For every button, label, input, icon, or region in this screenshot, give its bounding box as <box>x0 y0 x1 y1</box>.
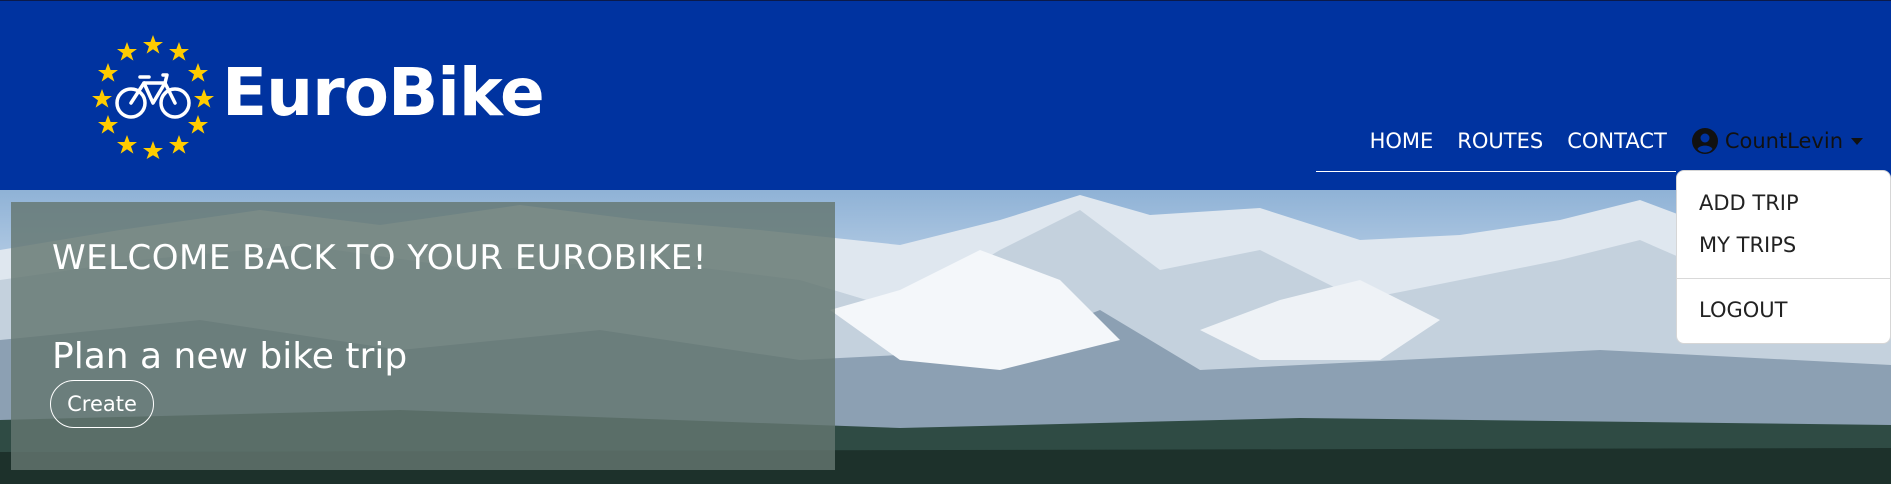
welcome-heading: WELCOME BACK TO YOUR EUROBIKE! <box>52 238 707 278</box>
nav-contact[interactable]: CONTACT <box>1567 129 1667 153</box>
dropdown-divider <box>1677 278 1890 279</box>
brand[interactable]: EuroBike <box>92 31 545 159</box>
create-trip-button[interactable]: Create <box>50 380 154 428</box>
chevron-down-icon <box>1851 137 1863 145</box>
top-navbar: EuroBike HOME ROUTES CONTACT CountLevin <box>0 0 1891 190</box>
nav-home[interactable]: HOME <box>1370 129 1434 153</box>
menu-item-logout[interactable]: LOGOUT <box>1699 298 1787 322</box>
plan-trip-heading: Plan a new bike trip <box>52 336 408 377</box>
user-name: CountLevin <box>1724 129 1843 153</box>
brand-name: EuroBike <box>222 53 545 131</box>
welcome-panel: WELCOME BACK TO YOUR EUROBIKE! Plan a ne… <box>11 202 835 470</box>
menu-item-my-trips[interactable]: MY TRIPS <box>1699 233 1796 257</box>
user-menu-toggle[interactable]: CountLevin <box>1691 127 1863 155</box>
bicycle-with-eu-stars-icon <box>92 35 214 159</box>
nav-routes[interactable]: ROUTES <box>1457 129 1543 153</box>
nav-divider <box>1316 171 1676 172</box>
user-dropdown-menu: ADD TRIP MY TRIPS LOGOUT <box>1676 170 1891 344</box>
menu-item-add-trip[interactable]: ADD TRIP <box>1699 191 1799 215</box>
user-circle-icon <box>1691 128 1718 154</box>
main-nav: HOME ROUTES CONTACT CountLevin <box>1346 127 1863 155</box>
